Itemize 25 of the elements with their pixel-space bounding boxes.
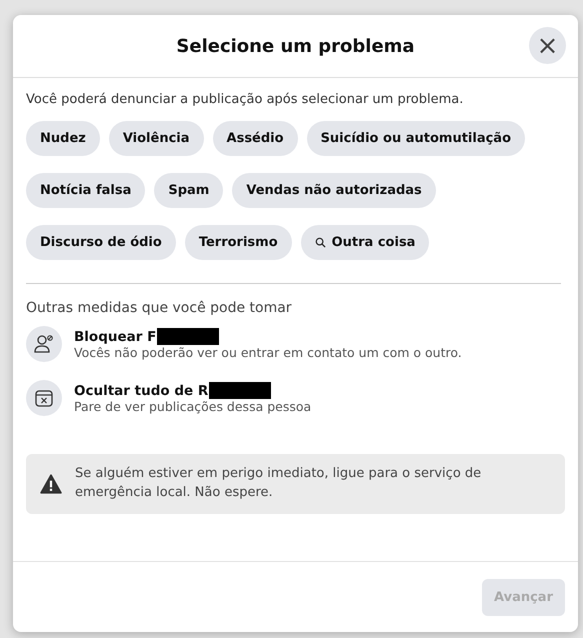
action-item[interactable]: Ocultar tudo de R Pare de ver publicações dessa pessoa bbox=[26, 380, 561, 416]
problem-chip[interactable]: Outra coisa bbox=[300, 225, 430, 260]
action-title: Ocultar tudo de R bbox=[74, 382, 208, 398]
problem-chip[interactable]: Violência bbox=[108, 121, 204, 156]
action-item[interactable]: Bloquear F Vocês não poderão ver ou entrar em contato um com o outro. bbox=[26, 326, 561, 362]
dialog-title: Selecione um problema bbox=[176, 36, 415, 56]
problem-chip[interactable]: Vendas não autorizadas bbox=[232, 173, 436, 208]
action-description: Vocês não poderão ver ou entrar em contato um com o outro. bbox=[74, 345, 462, 360]
box-x-icon bbox=[26, 380, 62, 416]
action-title: Bloquear F bbox=[74, 328, 156, 344]
problem-chip[interactable]: Nudez bbox=[26, 121, 100, 156]
person-block-icon bbox=[26, 326, 62, 362]
search-icon bbox=[314, 237, 326, 248]
problem-chip[interactable]: Terrorismo bbox=[184, 225, 292, 260]
section-heading: Outras medidas que você pode tomar bbox=[26, 300, 293, 316]
problem-chip[interactable]: Discurso de ódio bbox=[26, 225, 176, 260]
warning-icon bbox=[40, 474, 62, 494]
close-button[interactable]: × bbox=[529, 27, 566, 64]
problem-chip[interactable]: Assédio bbox=[212, 121, 298, 156]
problem-chip[interactable]: Suicídio ou automutilação bbox=[306, 121, 526, 156]
action-description: Pare de ver publicações dessa pessoa bbox=[74, 399, 312, 414]
problem-chip[interactable]: Spam bbox=[154, 173, 224, 208]
intro-text: Você poderá denunciar a publicação após selecionar um problema. bbox=[26, 92, 464, 107]
problem-chip[interactable]: Notícia falsa bbox=[26, 173, 146, 208]
warning-text: Se alguém estiver em perigo imediato, ligue para o serviço de emergência local. Não espere. bbox=[75, 465, 482, 502]
